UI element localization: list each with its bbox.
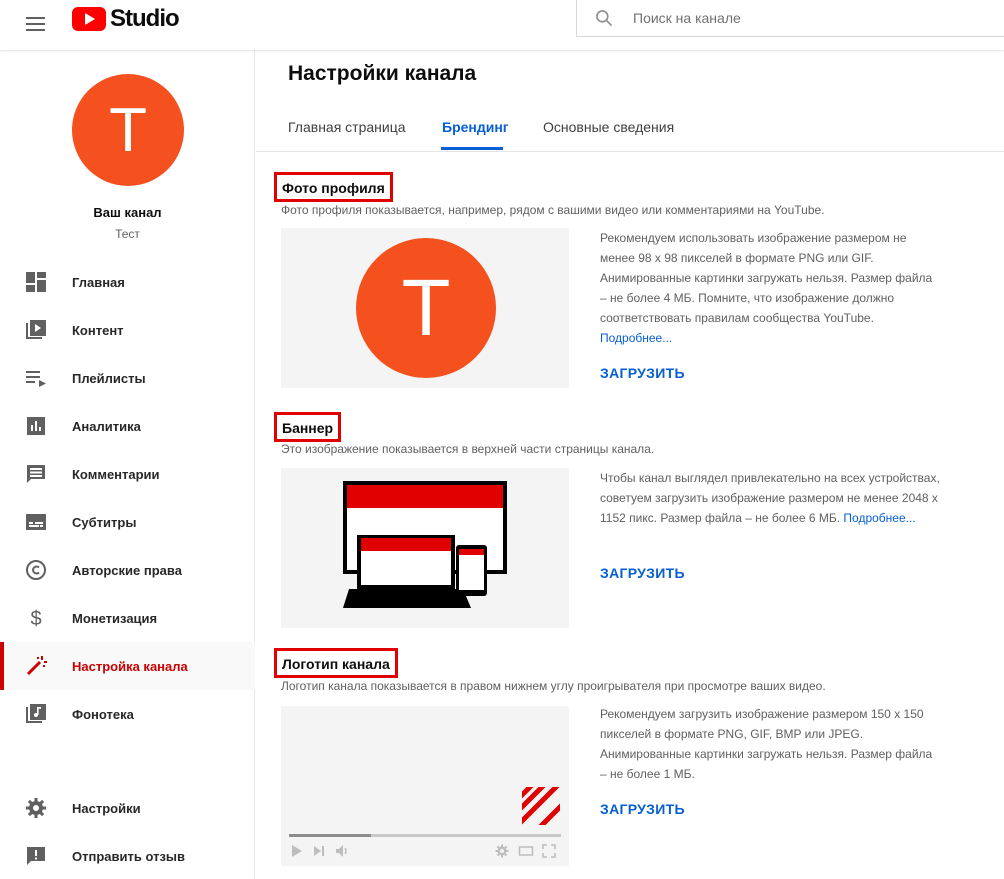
avatar-letter: T bbox=[109, 95, 147, 165]
banner-preview bbox=[281, 468, 569, 628]
gear-icon bbox=[26, 798, 46, 818]
sidebar-item-label: Фонотека bbox=[72, 706, 134, 722]
channel-logo-upload-button[interactable]: ЗАГРУЗИТЬ bbox=[600, 801, 685, 817]
tab-home-page[interactable]: Главная страница bbox=[288, 119, 406, 135]
sidebar-item-audio-library[interactable]: Фонотека bbox=[0, 690, 255, 738]
section-description-channel-logo: Логотип канала показывается в правом ниж… bbox=[281, 679, 826, 693]
search-icon bbox=[596, 10, 613, 27]
sidebar-item-label: Монетизация bbox=[72, 610, 158, 626]
profile-photo-avatar: T bbox=[356, 238, 496, 378]
page-title: Настройки канала bbox=[288, 62, 477, 85]
channel-logo-info-text: Рекомендуем загрузить изображение размер… bbox=[600, 707, 933, 781]
section-description-profile-photo: Фото профиля показывается, например, ряд… bbox=[281, 203, 825, 217]
banner-upload-button[interactable]: ЗАГРУЗИТЬ bbox=[600, 565, 685, 581]
audio-library-icon bbox=[26, 704, 46, 723]
hamburger-menu-icon[interactable] bbox=[24, 12, 48, 36]
player-progress-bar[interactable] bbox=[289, 834, 561, 837]
section-title-channel-logo: Логотип канала bbox=[274, 648, 398, 678]
sidebar-item-label: Аналитика bbox=[72, 418, 141, 434]
banner-info: Чтобы канал выглядел привлекательно на в… bbox=[600, 468, 940, 528]
section-description-banner: Это изображение показывается в верхней ч… bbox=[281, 442, 655, 456]
sidebar-item-playlists[interactable]: Плейлисты bbox=[0, 354, 255, 402]
settings-tabs: Главная страница Брендинг Основные сведе… bbox=[256, 100, 1004, 152]
play-icon[interactable] bbox=[289, 843, 305, 859]
dashboard-icon bbox=[26, 272, 46, 292]
avatar-letter: T bbox=[401, 263, 451, 352]
player-progress-fill bbox=[289, 834, 371, 837]
profile-photo-more-link[interactable]: Подробнее... bbox=[600, 331, 672, 345]
active-tab-indicator bbox=[441, 147, 503, 150]
logo-text: Studio bbox=[110, 5, 180, 32]
sidebar-item-label: Настройка канала bbox=[72, 658, 188, 674]
section-title-banner: Баннер bbox=[274, 412, 342, 442]
sidebar-item-content[interactable]: Контент bbox=[0, 306, 255, 354]
sidebar-item-label: Контент bbox=[72, 322, 124, 338]
sidebar-item-label: Отправить отзыв bbox=[72, 848, 185, 864]
sidebar-item-label: Настройки bbox=[72, 800, 141, 816]
tab-basic-info[interactable]: Основные сведения bbox=[543, 119, 674, 135]
sidebar-item-monetization[interactable]: $ Монетизация bbox=[0, 594, 255, 642]
main-content: Настройки канала Главная страница Бренди… bbox=[256, 50, 1004, 879]
sidebar-item-settings[interactable]: Настройки bbox=[0, 784, 255, 832]
svg-text:$: $ bbox=[30, 608, 41, 630]
channel-logo-info: Рекомендуем загрузить изображение размер… bbox=[600, 704, 940, 784]
video-library-icon bbox=[26, 320, 46, 339]
dollar-icon: $ bbox=[30, 608, 41, 630]
banner-more-link[interactable]: Подробнее... bbox=[843, 511, 915, 525]
settings-gear-icon[interactable] bbox=[494, 843, 510, 859]
left-sidebar: T Ваш канал Тест Главная Контент Плейлис… bbox=[0, 50, 255, 879]
sidebar-item-copyright[interactable]: Авторские права bbox=[0, 546, 255, 594]
feedback-icon bbox=[27, 847, 45, 865]
sidebar-item-feedback[interactable]: Отправить отзыв bbox=[0, 832, 255, 879]
sidebar-item-comments[interactable]: Комментарии bbox=[0, 450, 255, 498]
playlist-icon bbox=[26, 371, 46, 387]
youtube-studio-logo[interactable]: Studio bbox=[72, 5, 180, 32]
top-header: Studio bbox=[0, 0, 1004, 50]
sidebar-item-label: Субтитры bbox=[72, 514, 137, 530]
sidebar-item-subtitles[interactable]: Субтитры bbox=[0, 498, 255, 546]
channel-logo-preview bbox=[281, 706, 569, 866]
search-input[interactable] bbox=[633, 10, 993, 26]
magic-wand-icon bbox=[26, 656, 47, 676]
sidebar-item-dashboard[interactable]: Главная bbox=[0, 258, 255, 306]
comments-icon bbox=[27, 465, 45, 483]
fullscreen-icon[interactable] bbox=[541, 843, 557, 859]
sidebar-item-customization[interactable]: Настройка канала bbox=[0, 642, 255, 690]
watermark-stripes-icon bbox=[522, 787, 560, 825]
channel-avatar[interactable]: T bbox=[72, 74, 184, 186]
next-icon[interactable] bbox=[311, 843, 327, 859]
theater-mode-icon[interactable] bbox=[518, 843, 534, 859]
analytics-icon bbox=[27, 417, 45, 435]
subtitles-icon bbox=[26, 514, 46, 530]
profile-photo-info: Рекомендуем использовать изображение раз… bbox=[600, 228, 940, 348]
youtube-play-icon bbox=[72, 7, 106, 31]
tab-branding[interactable]: Брендинг bbox=[442, 119, 509, 135]
sidebar-item-analytics[interactable]: Аналитика bbox=[0, 402, 255, 450]
sidebar-item-label: Главная bbox=[72, 274, 125, 290]
volume-icon[interactable] bbox=[334, 843, 350, 859]
channel-title: Ваш канал bbox=[93, 205, 162, 220]
copyright-icon bbox=[26, 560, 46, 580]
section-title-profile-photo: Фото профиля bbox=[274, 172, 393, 202]
sidebar-item-label: Комментарии bbox=[72, 466, 160, 482]
profile-photo-info-text: Рекомендуем использовать изображение раз… bbox=[600, 231, 933, 325]
profile-photo-preview: T bbox=[281, 228, 569, 388]
sidebar-item-label: Авторские права bbox=[72, 562, 182, 578]
sidebar-item-label: Плейлисты bbox=[72, 370, 146, 386]
channel-search-box[interactable] bbox=[576, 0, 1004, 37]
devices-banner-illustration bbox=[343, 481, 507, 608]
profile-photo-upload-button[interactable]: ЗАГРУЗИТЬ bbox=[600, 365, 685, 381]
channel-subtitle: Тест bbox=[115, 227, 140, 241]
